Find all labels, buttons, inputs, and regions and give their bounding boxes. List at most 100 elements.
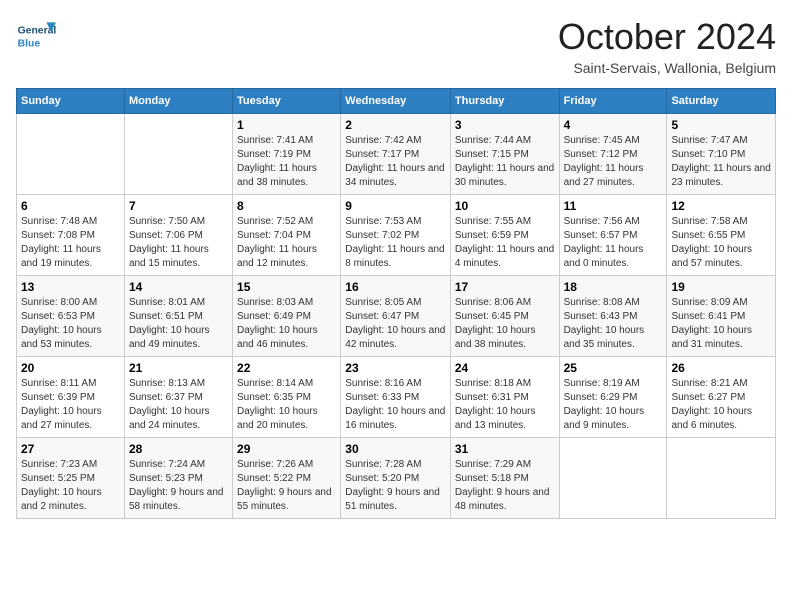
calendar-cell: 17 Sunrise: 8:06 AMSunset: 6:45 PMDayligh… xyxy=(450,276,559,357)
day-number: 4 xyxy=(564,118,663,132)
day-info: Sunrise: 8:19 AMSunset: 6:29 PMDaylight:… xyxy=(564,377,663,433)
svg-text:Blue: Blue xyxy=(18,38,41,49)
calendar-cell: 31 Sunrise: 7:29 AMSunset: 5:18 PMDayligh… xyxy=(450,438,559,519)
week-row-1: 1 Sunrise: 7:41 AMSunset: 7:19 PMDaylight… xyxy=(17,114,776,195)
day-info: Sunrise: 7:52 AMSunset: 7:04 PMDaylight:… xyxy=(237,215,336,271)
page-header: General Blue October 2024 Saint-Servais,… xyxy=(16,16,776,76)
location: Saint-Servais, Wallonia, Belgium xyxy=(558,60,776,76)
week-row-2: 6 Sunrise: 7:48 AMSunset: 7:08 PMDaylight… xyxy=(17,195,776,276)
day-number: 29 xyxy=(237,442,336,456)
calendar-cell: 10Sunrise: 7:55 AMSunset: 6:59 PMDayligh… xyxy=(450,195,559,276)
day-number: 28 xyxy=(129,442,228,456)
day-number: 26 xyxy=(671,361,771,375)
calendar-cell: 19 Sunrise: 8:09 AMSunset: 6:41 PMDayligh… xyxy=(667,276,776,357)
logo: General Blue xyxy=(16,16,60,56)
day-number: 30 xyxy=(345,442,446,456)
day-number: 9 xyxy=(345,199,446,213)
day-info: Sunrise: 7:50 AMSunset: 7:06 PMDaylight:… xyxy=(129,215,228,271)
week-row-4: 20 Sunrise: 8:11 AMSunset: 6:39 PMDayligh… xyxy=(17,357,776,438)
calendar-cell: 21 Sunrise: 8:13 AMSunset: 6:37 PMDayligh… xyxy=(124,357,232,438)
day-info: Sunrise: 8:18 AMSunset: 6:31 PMDaylight:… xyxy=(455,377,555,433)
calendar-cell: 14 Sunrise: 8:01 AMSunset: 6:51 PMDayligh… xyxy=(124,276,232,357)
day-info: Sunrise: 8:14 AMSunset: 6:35 PMDaylight:… xyxy=(237,377,336,433)
day-number: 21 xyxy=(129,361,228,375)
day-number: 8 xyxy=(237,199,336,213)
day-info: Sunrise: 8:03 AMSunset: 6:49 PMDaylight:… xyxy=(237,296,336,352)
day-info: Sunrise: 8:08 AMSunset: 6:43 PMDaylight:… xyxy=(564,296,663,352)
day-number: 31 xyxy=(455,442,555,456)
day-info: Sunrise: 7:29 AMSunset: 5:18 PMDaylight:… xyxy=(455,458,555,514)
day-info: Sunrise: 8:11 AMSunset: 6:39 PMDaylight:… xyxy=(21,377,120,433)
day-number: 14 xyxy=(129,280,228,294)
day-header-friday: Friday xyxy=(559,89,667,114)
calendar-cell xyxy=(17,114,125,195)
day-number: 10 xyxy=(455,199,555,213)
day-info: Sunrise: 7:42 AMSunset: 7:17 PMDaylight:… xyxy=(345,134,446,190)
calendar-cell: 25 Sunrise: 8:19 AMSunset: 6:29 PMDayligh… xyxy=(559,357,667,438)
day-info: Sunrise: 8:13 AMSunset: 6:37 PMDaylight:… xyxy=(129,377,228,433)
day-header-row: SundayMondayTuesdayWednesdayThursdayFrid… xyxy=(17,89,776,114)
day-number: 12 xyxy=(671,199,771,213)
day-info: Sunrise: 8:01 AMSunset: 6:51 PMDaylight:… xyxy=(129,296,228,352)
day-number: 18 xyxy=(564,280,663,294)
day-number: 24 xyxy=(455,361,555,375)
day-info: Sunrise: 7:44 AMSunset: 7:15 PMDaylight:… xyxy=(455,134,555,190)
day-number: 27 xyxy=(21,442,120,456)
day-info: Sunrise: 8:06 AMSunset: 6:45 PMDaylight:… xyxy=(455,296,555,352)
calendar-cell: 7 Sunrise: 7:50 AMSunset: 7:06 PMDaylight… xyxy=(124,195,232,276)
calendar-cell: 28Sunrise: 7:24 AMSunset: 5:23 PMDayligh… xyxy=(124,438,232,519)
day-number: 17 xyxy=(455,280,555,294)
day-number: 20 xyxy=(21,361,120,375)
day-info: Sunrise: 7:56 AMSunset: 6:57 PMDaylight:… xyxy=(564,215,663,271)
calendar-cell: 16 Sunrise: 8:05 AMSunset: 6:47 PMDayligh… xyxy=(341,276,451,357)
day-info: Sunrise: 8:21 AMSunset: 6:27 PMDaylight:… xyxy=(671,377,771,433)
day-header-thursday: Thursday xyxy=(450,89,559,114)
calendar-cell: 26 Sunrise: 8:21 AMSunset: 6:27 PMDayligh… xyxy=(667,357,776,438)
calendar-cell: 23 Sunrise: 8:16 AMSunset: 6:33 PMDayligh… xyxy=(341,357,451,438)
day-number: 11 xyxy=(564,199,663,213)
day-number: 16 xyxy=(345,280,446,294)
calendar-cell: 30 Sunrise: 7:28 AMSunset: 5:20 PMDayligh… xyxy=(341,438,451,519)
calendar-cell: 15Sunrise: 8:03 AMSunset: 6:49 PMDayligh… xyxy=(233,276,341,357)
day-info: Sunrise: 7:41 AMSunset: 7:19 PMDaylight:… xyxy=(237,134,336,190)
calendar-table: SundayMondayTuesdayWednesdayThursdayFrid… xyxy=(16,88,776,519)
calendar-cell: 1 Sunrise: 7:41 AMSunset: 7:19 PMDaylight… xyxy=(233,114,341,195)
week-row-5: 27 Sunrise: 7:23 AMSunset: 5:25 PMDayligh… xyxy=(17,438,776,519)
calendar-cell: 20 Sunrise: 8:11 AMSunset: 6:39 PMDayligh… xyxy=(17,357,125,438)
calendar-cell: 18 Sunrise: 8:08 AMSunset: 6:43 PMDayligh… xyxy=(559,276,667,357)
day-info: Sunrise: 8:05 AMSunset: 6:47 PMDaylight:… xyxy=(345,296,446,352)
day-info: Sunrise: 8:09 AMSunset: 6:41 PMDaylight:… xyxy=(671,296,771,352)
calendar-cell: 8 Sunrise: 7:52 AMSunset: 7:04 PMDaylight… xyxy=(233,195,341,276)
calendar-cell: 11 Sunrise: 7:56 AMSunset: 6:57 PMDayligh… xyxy=(559,195,667,276)
day-header-wednesday: Wednesday xyxy=(341,89,451,114)
day-number: 19 xyxy=(671,280,771,294)
day-info: Sunrise: 7:45 AMSunset: 7:12 PMDaylight:… xyxy=(564,134,663,190)
calendar-cell: 9 Sunrise: 7:53 AMSunset: 7:02 PMDaylight… xyxy=(341,195,451,276)
day-info: Sunrise: 7:48 AMSunset: 7:08 PMDaylight:… xyxy=(21,215,120,271)
calendar-cell: 12Sunrise: 7:58 AMSunset: 6:55 PMDayligh… xyxy=(667,195,776,276)
day-header-saturday: Saturday xyxy=(667,89,776,114)
day-header-tuesday: Tuesday xyxy=(233,89,341,114)
calendar-cell: 24 Sunrise: 8:18 AMSunset: 6:31 PMDayligh… xyxy=(450,357,559,438)
day-info: Sunrise: 7:23 AMSunset: 5:25 PMDaylight:… xyxy=(21,458,120,514)
day-info: Sunrise: 7:28 AMSunset: 5:20 PMDaylight:… xyxy=(345,458,446,514)
day-info: Sunrise: 7:53 AMSunset: 7:02 PMDaylight:… xyxy=(345,215,446,271)
day-number: 13 xyxy=(21,280,120,294)
day-number: 1 xyxy=(237,118,336,132)
calendar-cell: 6 Sunrise: 7:48 AMSunset: 7:08 PMDaylight… xyxy=(17,195,125,276)
calendar-cell: 29 Sunrise: 7:26 AMSunset: 5:22 PMDayligh… xyxy=(233,438,341,519)
day-number: 7 xyxy=(129,199,228,213)
day-number: 25 xyxy=(564,361,663,375)
day-number: 23 xyxy=(345,361,446,375)
day-info: Sunrise: 7:26 AMSunset: 5:22 PMDaylight:… xyxy=(237,458,336,514)
month-title: October 2024 xyxy=(558,16,776,58)
calendar-cell xyxy=(124,114,232,195)
day-number: 6 xyxy=(21,199,120,213)
calendar-cell: 5Sunrise: 7:47 AMSunset: 7:10 PMDaylight… xyxy=(667,114,776,195)
calendar-cell: 4 Sunrise: 7:45 AMSunset: 7:12 PMDaylight… xyxy=(559,114,667,195)
day-header-monday: Monday xyxy=(124,89,232,114)
calendar-cell: 3Sunrise: 7:44 AMSunset: 7:15 PMDaylight… xyxy=(450,114,559,195)
day-info: Sunrise: 8:00 AMSunset: 6:53 PMDaylight:… xyxy=(21,296,120,352)
day-info: Sunrise: 8:16 AMSunset: 6:33 PMDaylight:… xyxy=(345,377,446,433)
calendar-cell: 27 Sunrise: 7:23 AMSunset: 5:25 PMDayligh… xyxy=(17,438,125,519)
